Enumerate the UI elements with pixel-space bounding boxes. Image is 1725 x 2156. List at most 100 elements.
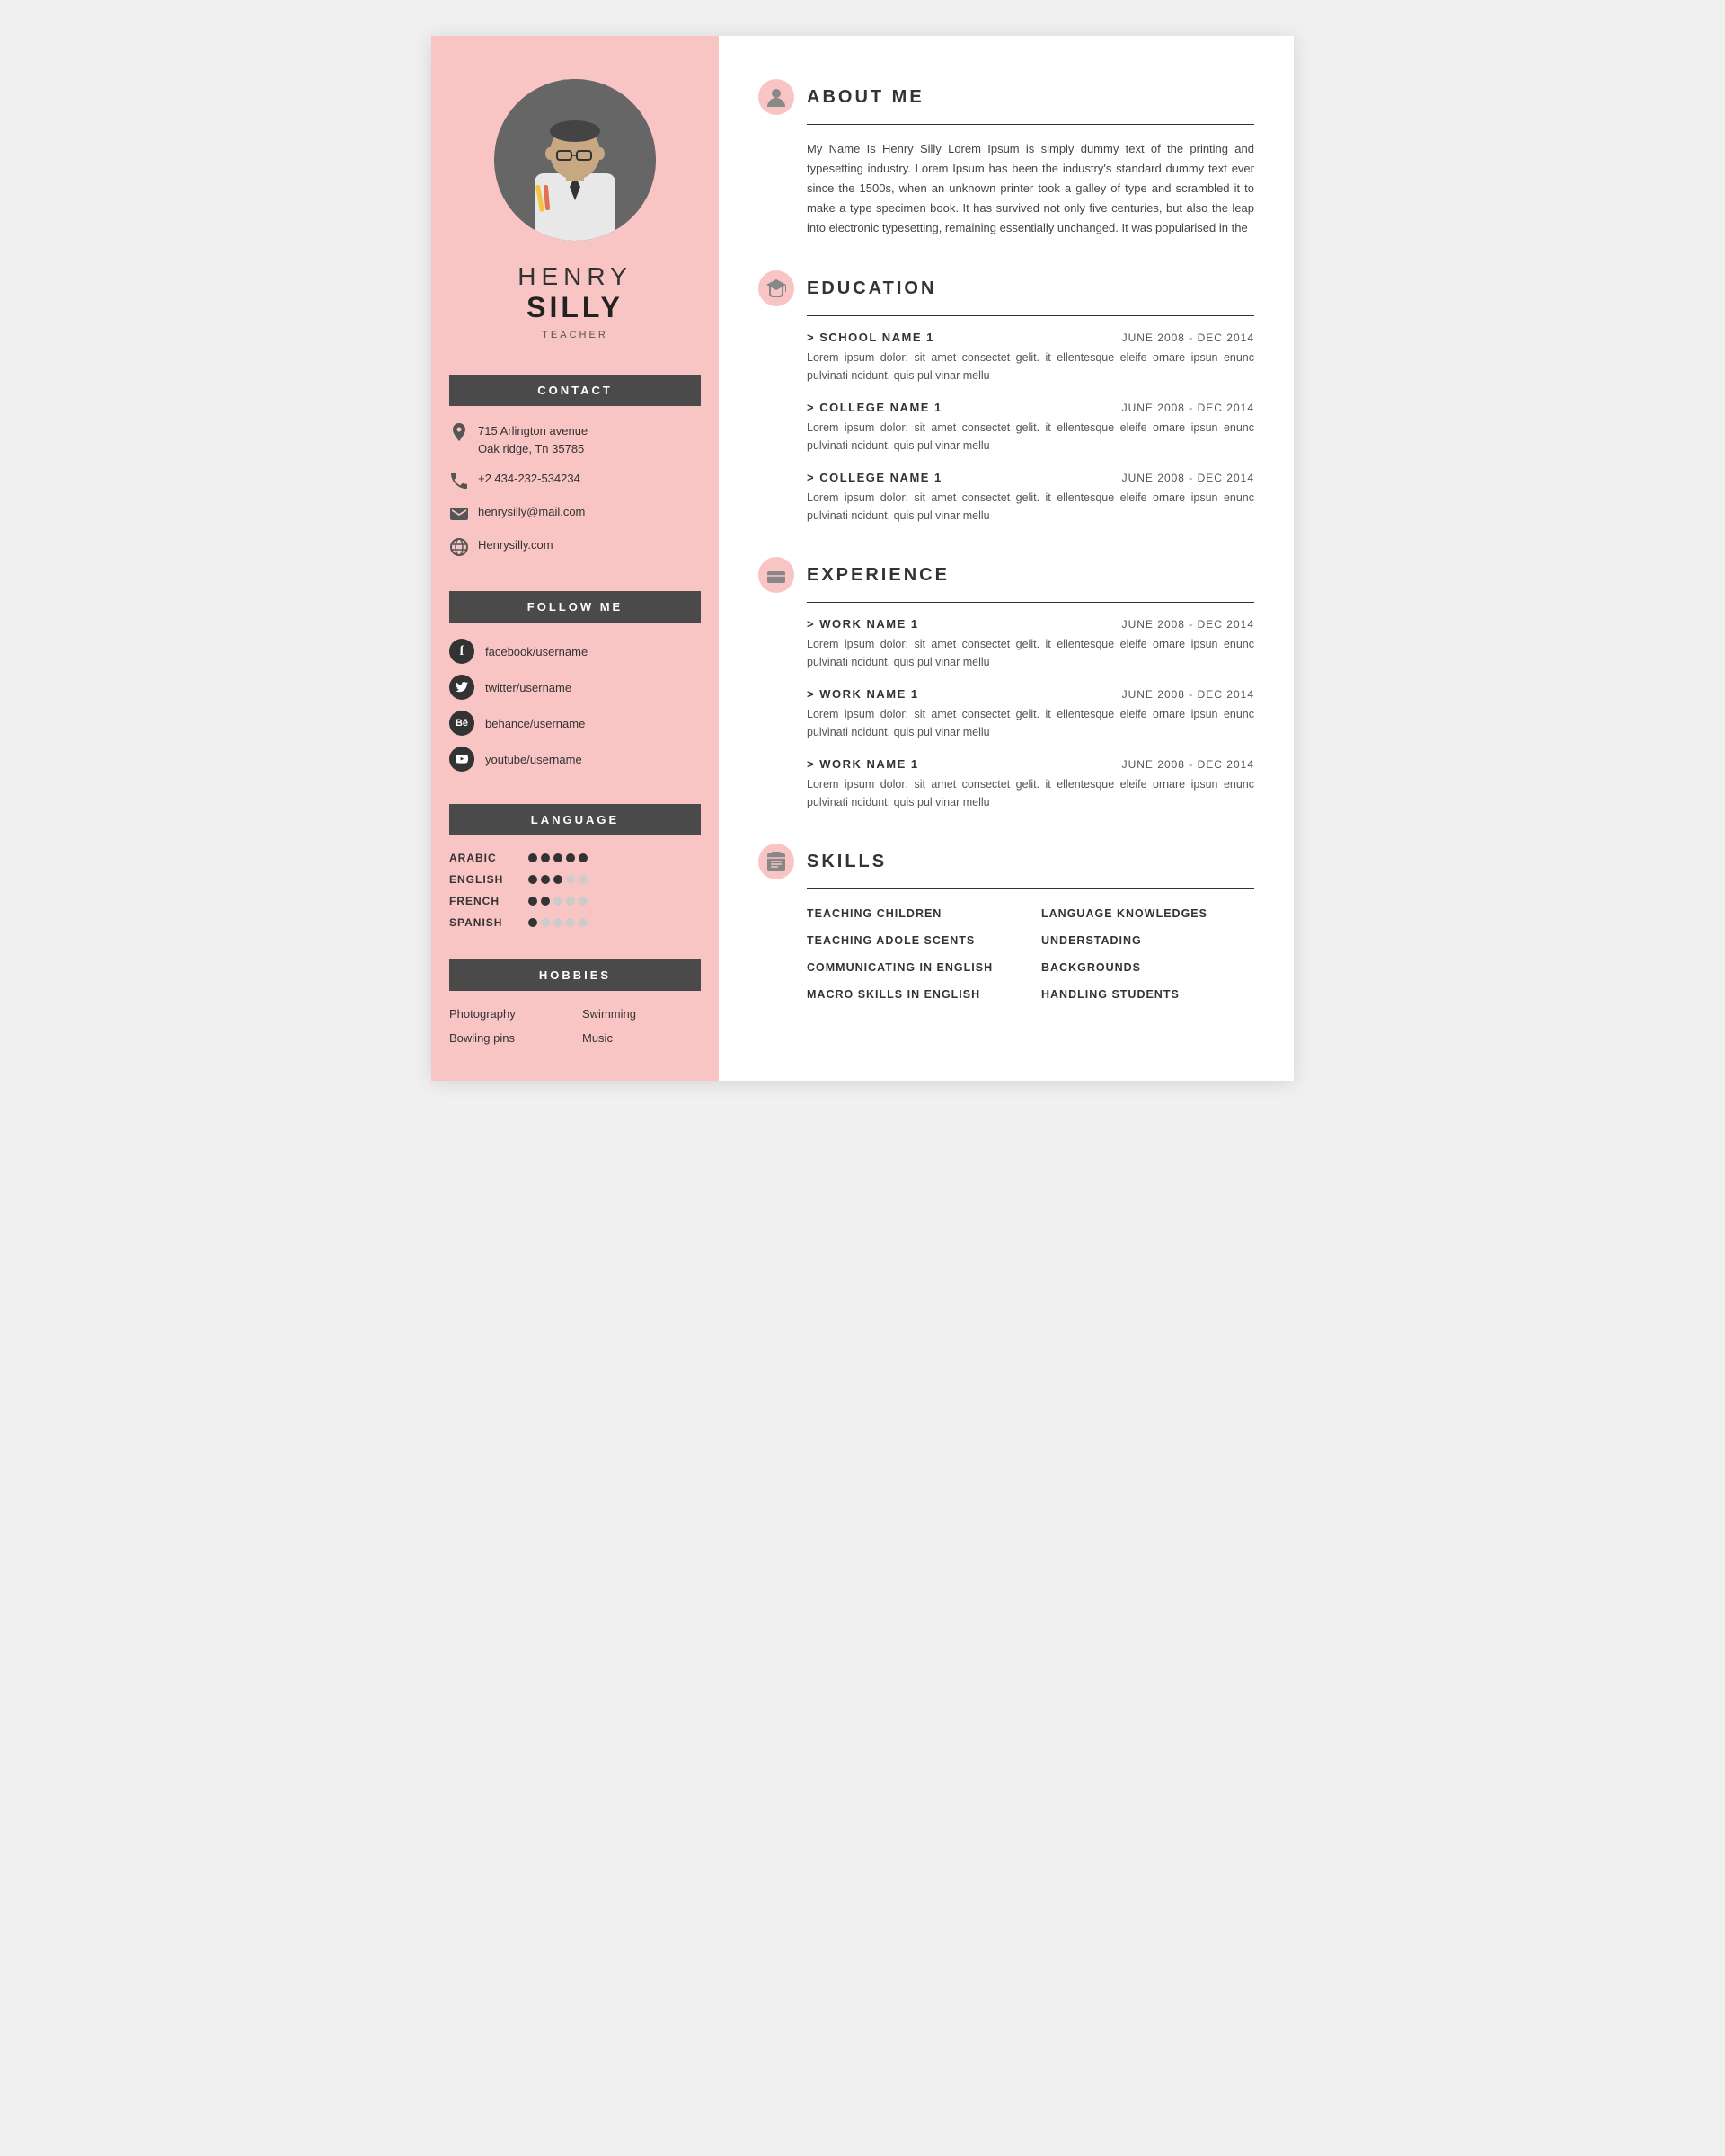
experience-header: EXPERIENCE xyxy=(758,557,1254,593)
edu-title-2: COLLEGE NAME 1 xyxy=(807,401,942,414)
email-icon xyxy=(449,504,469,524)
facebook-icon: f xyxy=(449,639,474,664)
contact-web: Henrysilly.com xyxy=(449,536,701,557)
lang-spanish-name: SPANISH xyxy=(449,916,521,929)
about-title: ABOUT ME xyxy=(807,87,924,108)
lang-arabic: ARABIC xyxy=(449,852,701,864)
experience-divider xyxy=(807,602,1254,603)
hobbies-list: Photography Swimming Bowling pins Music xyxy=(449,1007,701,1045)
edu-title-1: SCHOOL NAME 1 xyxy=(807,331,934,344)
education-title: EDUCATION xyxy=(807,278,936,299)
exp-desc-1: Lorem ipsum dolor: sit amet consectet ge… xyxy=(807,635,1254,671)
contact-address: 715 Arlington avenueOak ridge, Tn 35785 xyxy=(449,422,701,457)
language-header: LANGUAGE xyxy=(449,804,701,835)
social-behance: Bē behance/username xyxy=(449,711,701,736)
hobby-photography: Photography xyxy=(449,1007,568,1021)
exp-date-1: JUNE 2008 - DEC 2014 xyxy=(1122,618,1254,631)
edu-date-2: JUNE 2008 - DEC 2014 xyxy=(1122,402,1254,414)
social-twitter: twitter/username xyxy=(449,675,701,700)
skill-2: LANGUAGE KNOWLEDGES xyxy=(1041,904,1254,923)
job-title: TEACHER xyxy=(518,330,632,340)
skill-5: COMMUNICATING IN ENGLISH xyxy=(807,958,1020,977)
facebook-text: facebook/username xyxy=(485,645,588,658)
experience-title: EXPERIENCE xyxy=(807,565,950,586)
experience-icon xyxy=(758,557,794,593)
skill-6: BACKGROUNDS xyxy=(1041,958,1254,977)
lang-spanish: SPANISH xyxy=(449,916,701,929)
exp-date-2: JUNE 2008 - DEC 2014 xyxy=(1122,688,1254,701)
contact-list: 715 Arlington avenueOak ridge, Tn 35785 … xyxy=(449,422,701,570)
youtube-text: youtube/username xyxy=(485,753,582,766)
skills-header: SKILLS xyxy=(758,844,1254,879)
hobby-swimming: Swimming xyxy=(582,1007,701,1021)
lang-spanish-dots xyxy=(528,918,588,927)
skill-1: TEACHING CHILDREN xyxy=(807,904,1020,923)
education-header: EDUCATION xyxy=(758,270,1254,306)
exp-title-2: WORK NAME 1 xyxy=(807,687,919,701)
first-name: HENRY xyxy=(518,262,632,291)
contact-email: henrysilly@mail.com xyxy=(449,503,701,524)
social-list: f facebook/username twitter/username Bē … xyxy=(449,639,701,782)
contact-header: CONTACT xyxy=(449,375,701,406)
contact-phone: +2 434-232-534234 xyxy=(449,470,701,490)
edu-date-1: JUNE 2008 - DEC 2014 xyxy=(1122,331,1254,344)
lang-english-name: ENGLISH xyxy=(449,873,521,886)
main-content: ABOUT ME My Name Is Henry Silly Lorem Ip… xyxy=(719,36,1294,1081)
skills-icon xyxy=(758,844,794,879)
edu-desc-3: Lorem ipsum dolor: sit amet consectet ge… xyxy=(807,489,1254,525)
lang-english-dots xyxy=(528,875,588,884)
lang-arabic-name: ARABIC xyxy=(449,852,521,864)
contact-phone-text: +2 434-232-534234 xyxy=(478,470,580,488)
location-icon xyxy=(449,423,469,443)
education-divider xyxy=(807,315,1254,316)
twitter-icon xyxy=(449,675,474,700)
exp-entry-2: WORK NAME 1 JUNE 2008 - DEC 2014 Lorem i… xyxy=(807,687,1254,741)
exp-desc-3: Lorem ipsum dolor: sit amet consectet ge… xyxy=(807,775,1254,811)
edu-date-3: JUNE 2008 - DEC 2014 xyxy=(1122,472,1254,484)
edu-title-3: COLLEGE NAME 1 xyxy=(807,471,942,484)
edu-desc-1: Lorem ipsum dolor: sit amet consectet ge… xyxy=(807,349,1254,384)
edu-entry-2: COLLEGE NAME 1 JUNE 2008 - DEC 2014 Lore… xyxy=(807,401,1254,455)
phone-icon xyxy=(449,471,469,490)
contact-email-text: henrysilly@mail.com xyxy=(478,503,585,521)
behance-text: behance/username xyxy=(485,717,585,730)
lang-arabic-dots xyxy=(528,853,588,862)
exp-entry-1: WORK NAME 1 JUNE 2008 - DEC 2014 Lorem i… xyxy=(807,617,1254,671)
social-youtube: youtube/username xyxy=(449,747,701,772)
skills-title: SKILLS xyxy=(807,852,887,872)
edu-desc-2: Lorem ipsum dolor: sit amet consectet ge… xyxy=(807,419,1254,455)
skill-7: MACRO SKILLS IN ENGLISH xyxy=(807,985,1020,1004)
skill-3: TEACHING ADOLE SCENTS xyxy=(807,931,1020,950)
exp-desc-2: Lorem ipsum dolor: sit amet consectet ge… xyxy=(807,705,1254,741)
exp-title-1: WORK NAME 1 xyxy=(807,617,919,631)
skills-divider xyxy=(807,888,1254,889)
language-list: ARABIC ENGLISH FRENCH SPANISH xyxy=(449,852,701,938)
resume-container: HENRY SILLY TEACHER CONTACT 715 Arlingto… xyxy=(431,36,1294,1081)
sidebar: HENRY SILLY TEACHER CONTACT 715 Arlingto… xyxy=(431,36,719,1081)
hobby-music: Music xyxy=(582,1031,701,1045)
hobbies-header: HOBBIES xyxy=(449,959,701,991)
skills-grid: TEACHING CHILDREN LANGUAGE KNOWLEDGES TE… xyxy=(807,904,1254,1004)
avatar-wrap xyxy=(494,79,656,241)
skill-4: UNDERSTADING xyxy=(1041,931,1254,950)
youtube-icon xyxy=(449,747,474,772)
contact-address-text: 715 Arlington avenueOak ridge, Tn 35785 xyxy=(478,422,588,457)
follow-header: FOLLOW ME xyxy=(449,591,701,623)
about-section: ABOUT ME My Name Is Henry Silly Lorem Ip… xyxy=(758,79,1254,238)
lang-french-dots xyxy=(528,897,588,906)
about-text: My Name Is Henry Silly Lorem Ipsum is si… xyxy=(807,139,1254,238)
education-section: EDUCATION SCHOOL NAME 1 JUNE 2008 - DEC … xyxy=(758,270,1254,525)
about-divider xyxy=(807,124,1254,125)
lang-english: ENGLISH xyxy=(449,873,701,886)
behance-icon: Bē xyxy=(449,711,474,736)
web-icon xyxy=(449,537,469,557)
education-icon xyxy=(758,270,794,306)
about-header: ABOUT ME xyxy=(758,79,1254,115)
lang-french-name: FRENCH xyxy=(449,895,521,907)
experience-section: EXPERIENCE WORK NAME 1 JUNE 2008 - DEC 2… xyxy=(758,557,1254,811)
twitter-text: twitter/username xyxy=(485,681,571,694)
exp-date-3: JUNE 2008 - DEC 2014 xyxy=(1122,758,1254,771)
name-section: HENRY SILLY TEACHER xyxy=(518,262,632,366)
edu-entry-3: COLLEGE NAME 1 JUNE 2008 - DEC 2014 Lore… xyxy=(807,471,1254,525)
contact-web-text: Henrysilly.com xyxy=(478,536,553,554)
